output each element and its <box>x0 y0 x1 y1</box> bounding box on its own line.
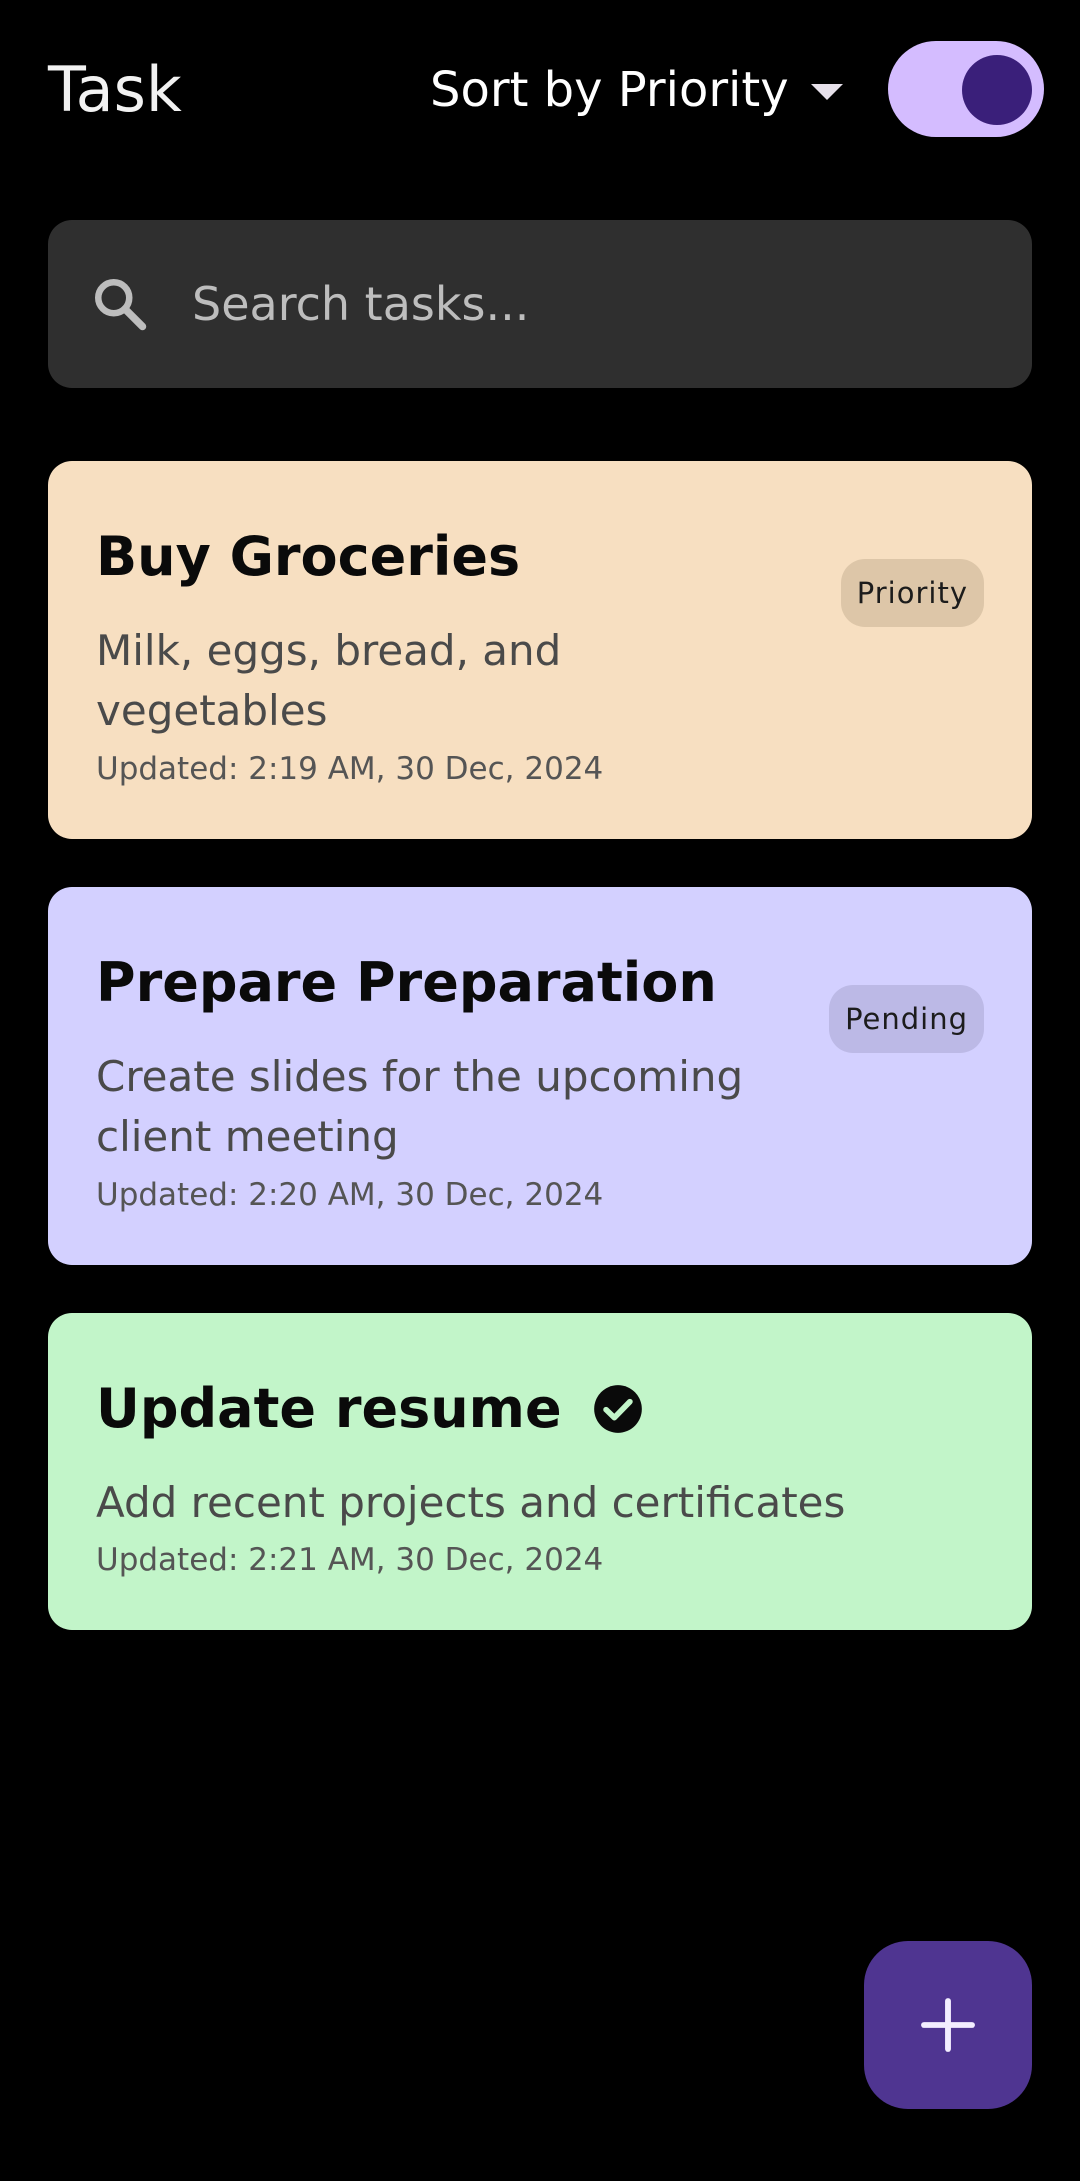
caret-down-icon <box>810 84 843 100</box>
task-updated-timestamp: Updated: 2:19 AM, 30 Dec, 2024 <box>96 751 604 787</box>
task-updated-timestamp: Updated: 2:21 AM, 30 Dec, 2024 <box>96 1542 604 1578</box>
task-title: Update resume <box>96 1377 562 1440</box>
status-badge: Priority <box>840 559 984 627</box>
task-title-row: Buy Groceries <box>96 525 520 588</box>
add-task-button[interactable] <box>864 1941 1032 2109</box>
plus-icon <box>921 1998 975 2052</box>
check-circle-icon <box>593 1384 642 1433</box>
task-description-line: Create slides for the upcoming <box>96 1052 744 1101</box>
search-icon <box>95 279 147 331</box>
task-description-line: Milk, eggs, bread, and <box>96 626 562 675</box>
task-description-line: client meeting <box>96 1112 399 1161</box>
task-card-buy-groceries[interactable]: Buy Groceries Priority Milk, eggs, bread… <box>48 461 1032 839</box>
task-title-row: Update resume <box>96 1377 644 1440</box>
task-card-prepare-preparation[interactable]: Prepare Preparation Pending Create slide… <box>48 887 1032 1265</box>
task-description: Milk, eggs, bread, and vegetables <box>96 621 561 741</box>
task-title: Buy Groceries <box>96 525 521 588</box>
task-description: Create slides for the upcoming client me… <box>96 1047 743 1167</box>
theme-toggle-switch[interactable] <box>888 41 1044 137</box>
top-app-bar: Task Sort by Priority <box>0 0 1080 180</box>
search-input[interactable] <box>192 254 992 354</box>
task-app-screen: Task Sort by Priority Buy Groceries Prio… <box>0 0 1080 2181</box>
status-badge: Pending <box>829 985 984 1053</box>
task-title: Prepare Preparation <box>96 951 717 1014</box>
search-bar[interactable] <box>48 220 1032 388</box>
task-description: Add recent projects and certificates <box>96 1473 845 1533</box>
task-description-line: Add recent projects and certificates <box>96 1478 846 1527</box>
toggle-knob <box>962 55 1032 125</box>
task-description-line: vegetables <box>96 686 328 735</box>
task-title-row: Prepare Preparation <box>96 951 717 1014</box>
sort-dropdown-label: Sort by Priority <box>430 62 789 118</box>
app-title: Task <box>48 53 182 126</box>
task-card-update-resume[interactable]: Update resume Add recent projects and ce… <box>48 1313 1032 1630</box>
task-updated-timestamp: Updated: 2:20 AM, 30 Dec, 2024 <box>96 1177 604 1213</box>
sort-dropdown[interactable]: Sort by Priority <box>430 52 843 128</box>
